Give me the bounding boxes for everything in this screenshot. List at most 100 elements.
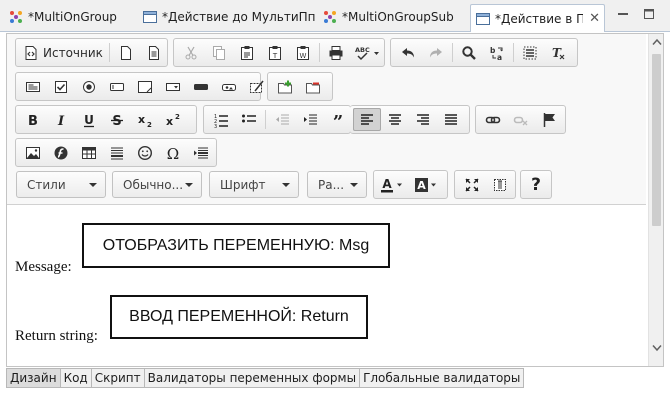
checkbox-button[interactable] — [47, 75, 75, 98]
tab-design[interactable]: Дизайн — [6, 368, 61, 388]
form-button[interactable] — [19, 75, 47, 98]
align-center-button[interactable] — [381, 108, 409, 131]
outdent-button[interactable] — [268, 108, 296, 131]
maximize-icon[interactable] — [641, 7, 657, 21]
bulleted-list-button[interactable] — [235, 108, 263, 131]
align-left-button[interactable] — [353, 108, 381, 131]
undo-button[interactable] — [394, 41, 422, 64]
tab-action-in-subprocess[interactable]: *Действие в Пп ✕ — [470, 4, 605, 32]
format-dropdown[interactable]: Обычно... — [112, 171, 202, 198]
insert-template-button[interactable] — [271, 75, 299, 98]
page-break-button[interactable] — [187, 141, 215, 164]
blockquote-button[interactable]: ” — [324, 108, 352, 131]
indent-button[interactable] — [296, 108, 324, 131]
replace-button[interactable]: b a — [483, 41, 511, 64]
justify-button[interactable] — [437, 108, 465, 131]
paste-word-button[interactable]: W — [289, 41, 317, 64]
printer-icon — [329, 45, 343, 60]
select-all-button[interactable] — [516, 41, 544, 64]
form-icon — [26, 81, 40, 92]
align-right-button[interactable] — [409, 108, 437, 131]
horizontal-rule-button[interactable] — [103, 141, 131, 164]
tab-multionGroupSub[interactable]: *MultiOnGroupSub — [322, 5, 454, 29]
flash-button[interactable] — [47, 141, 75, 164]
help-button[interactable]: ? — [522, 173, 550, 196]
editor-content[interactable]: Message: ОТОБРАЗИТЬ ПЕРЕМЕННУЮ: Msg Retu… — [7, 206, 646, 366]
special-char-button[interactable]: Ω — [159, 141, 187, 164]
close-icon[interactable]: ✕ — [589, 11, 600, 26]
editor-mode-tabs: Дизайн Код Скрипт Валидаторы переменных … — [6, 368, 525, 388]
text-field-button[interactable] — [103, 75, 131, 98]
tab-script[interactable]: Скрипт — [91, 368, 145, 388]
select-button[interactable] — [159, 75, 187, 98]
new-page-button[interactable] — [112, 41, 140, 64]
strikethrough-button[interactable]: S — [103, 108, 131, 131]
numbered-list-button[interactable]: 1 2 3 — [207, 108, 235, 131]
scrollbar-thumb[interactable] — [652, 54, 661, 226]
svg-text:U: U — [84, 113, 94, 127]
undo-icon — [402, 47, 414, 57]
toolbar-group-paragraph: 1 2 3 ” — [203, 105, 351, 134]
remove-format-button[interactable]: T — [544, 41, 572, 64]
tab-code[interactable]: Код — [60, 368, 92, 388]
return-variable-field[interactable]: ВВОД ПЕРЕМЕННОЙ: Return — [110, 295, 368, 339]
size-dropdown[interactable]: Ра... — [307, 171, 367, 198]
page-break-icon — [194, 147, 208, 158]
textarea-button[interactable] — [131, 75, 159, 98]
image-button[interactable] — [19, 141, 47, 164]
image-button-button[interactable] — [215, 75, 243, 98]
svg-text:a: a — [497, 53, 502, 61]
minimize-icon[interactable] — [615, 7, 631, 21]
italic-button[interactable]: I — [47, 108, 75, 131]
remove-template-button[interactable] — [299, 75, 327, 98]
copy-button[interactable] — [205, 41, 233, 64]
font-dropdown[interactable]: Шрифт — [209, 171, 299, 198]
table-button[interactable] — [75, 141, 103, 164]
redo-button[interactable] — [422, 41, 450, 64]
superscript-button[interactable]: x 2 — [159, 108, 187, 131]
toolbar-group-forms — [15, 72, 264, 101]
paste-button[interactable] — [233, 41, 261, 64]
chevron-down-icon — [185, 182, 193, 187]
hidden-field-icon — [250, 80, 264, 93]
styles-dropdown[interactable]: Стили — [16, 171, 106, 198]
print-button[interactable] — [322, 41, 350, 64]
unlink-icon — [513, 116, 528, 125]
text-color-button[interactable]: A — [377, 173, 411, 196]
table-icon — [82, 146, 96, 159]
anchor-button[interactable] — [535, 108, 563, 131]
underline-button[interactable]: U — [75, 108, 103, 131]
cut-button[interactable] — [177, 41, 205, 64]
link-button[interactable] — [479, 108, 507, 131]
tab-action-before-multi[interactable]: *Действие до МультиПп — [142, 5, 316, 29]
find-button[interactable] — [455, 41, 483, 64]
select-icon — [166, 82, 180, 91]
background-color-button[interactable]: A — [411, 173, 445, 196]
paste-text-button[interactable]: T — [261, 41, 289, 64]
toolbar-group-colors: A A — [373, 170, 448, 199]
smiley-button[interactable] — [131, 141, 159, 164]
image-button-icon — [222, 83, 236, 91]
scroll-up-icon[interactable] — [652, 38, 662, 46]
horizontal-rule-icon — [111, 147, 123, 159]
bulleted-list-icon — [242, 114, 256, 122]
tab-multionGroup[interactable]: *MultiOnGroup — [8, 5, 117, 29]
source-button[interactable]: Источник — [19, 41, 107, 64]
unlink-button[interactable] — [507, 108, 535, 131]
outdent-icon — [276, 114, 289, 124]
message-variable-field[interactable]: ОТОБРАЗИТЬ ПЕРЕМЕННУЮ: Msg — [82, 223, 390, 268]
show-blocks-button[interactable] — [486, 173, 514, 196]
bold-button[interactable]: B — [19, 108, 47, 131]
maximize-editor-button[interactable] — [458, 173, 486, 196]
tab-global-validators[interactable]: Глобальные валидаторы — [360, 368, 525, 388]
radio-button[interactable] — [75, 75, 103, 98]
scroll-down-icon[interactable] — [652, 344, 662, 352]
subscript-button[interactable]: x 2 — [131, 108, 159, 131]
button-control-button[interactable] — [187, 75, 215, 98]
spellcheck-button[interactable]: ABC — [350, 41, 384, 64]
preview-button[interactable] — [140, 41, 168, 64]
svg-text:x: x — [166, 115, 173, 128]
vertical-scrollbar[interactable] — [648, 34, 663, 366]
tab-form-variable-validators[interactable]: Валидаторы переменных формы — [144, 368, 361, 388]
svg-text:”: ” — [333, 112, 343, 128]
